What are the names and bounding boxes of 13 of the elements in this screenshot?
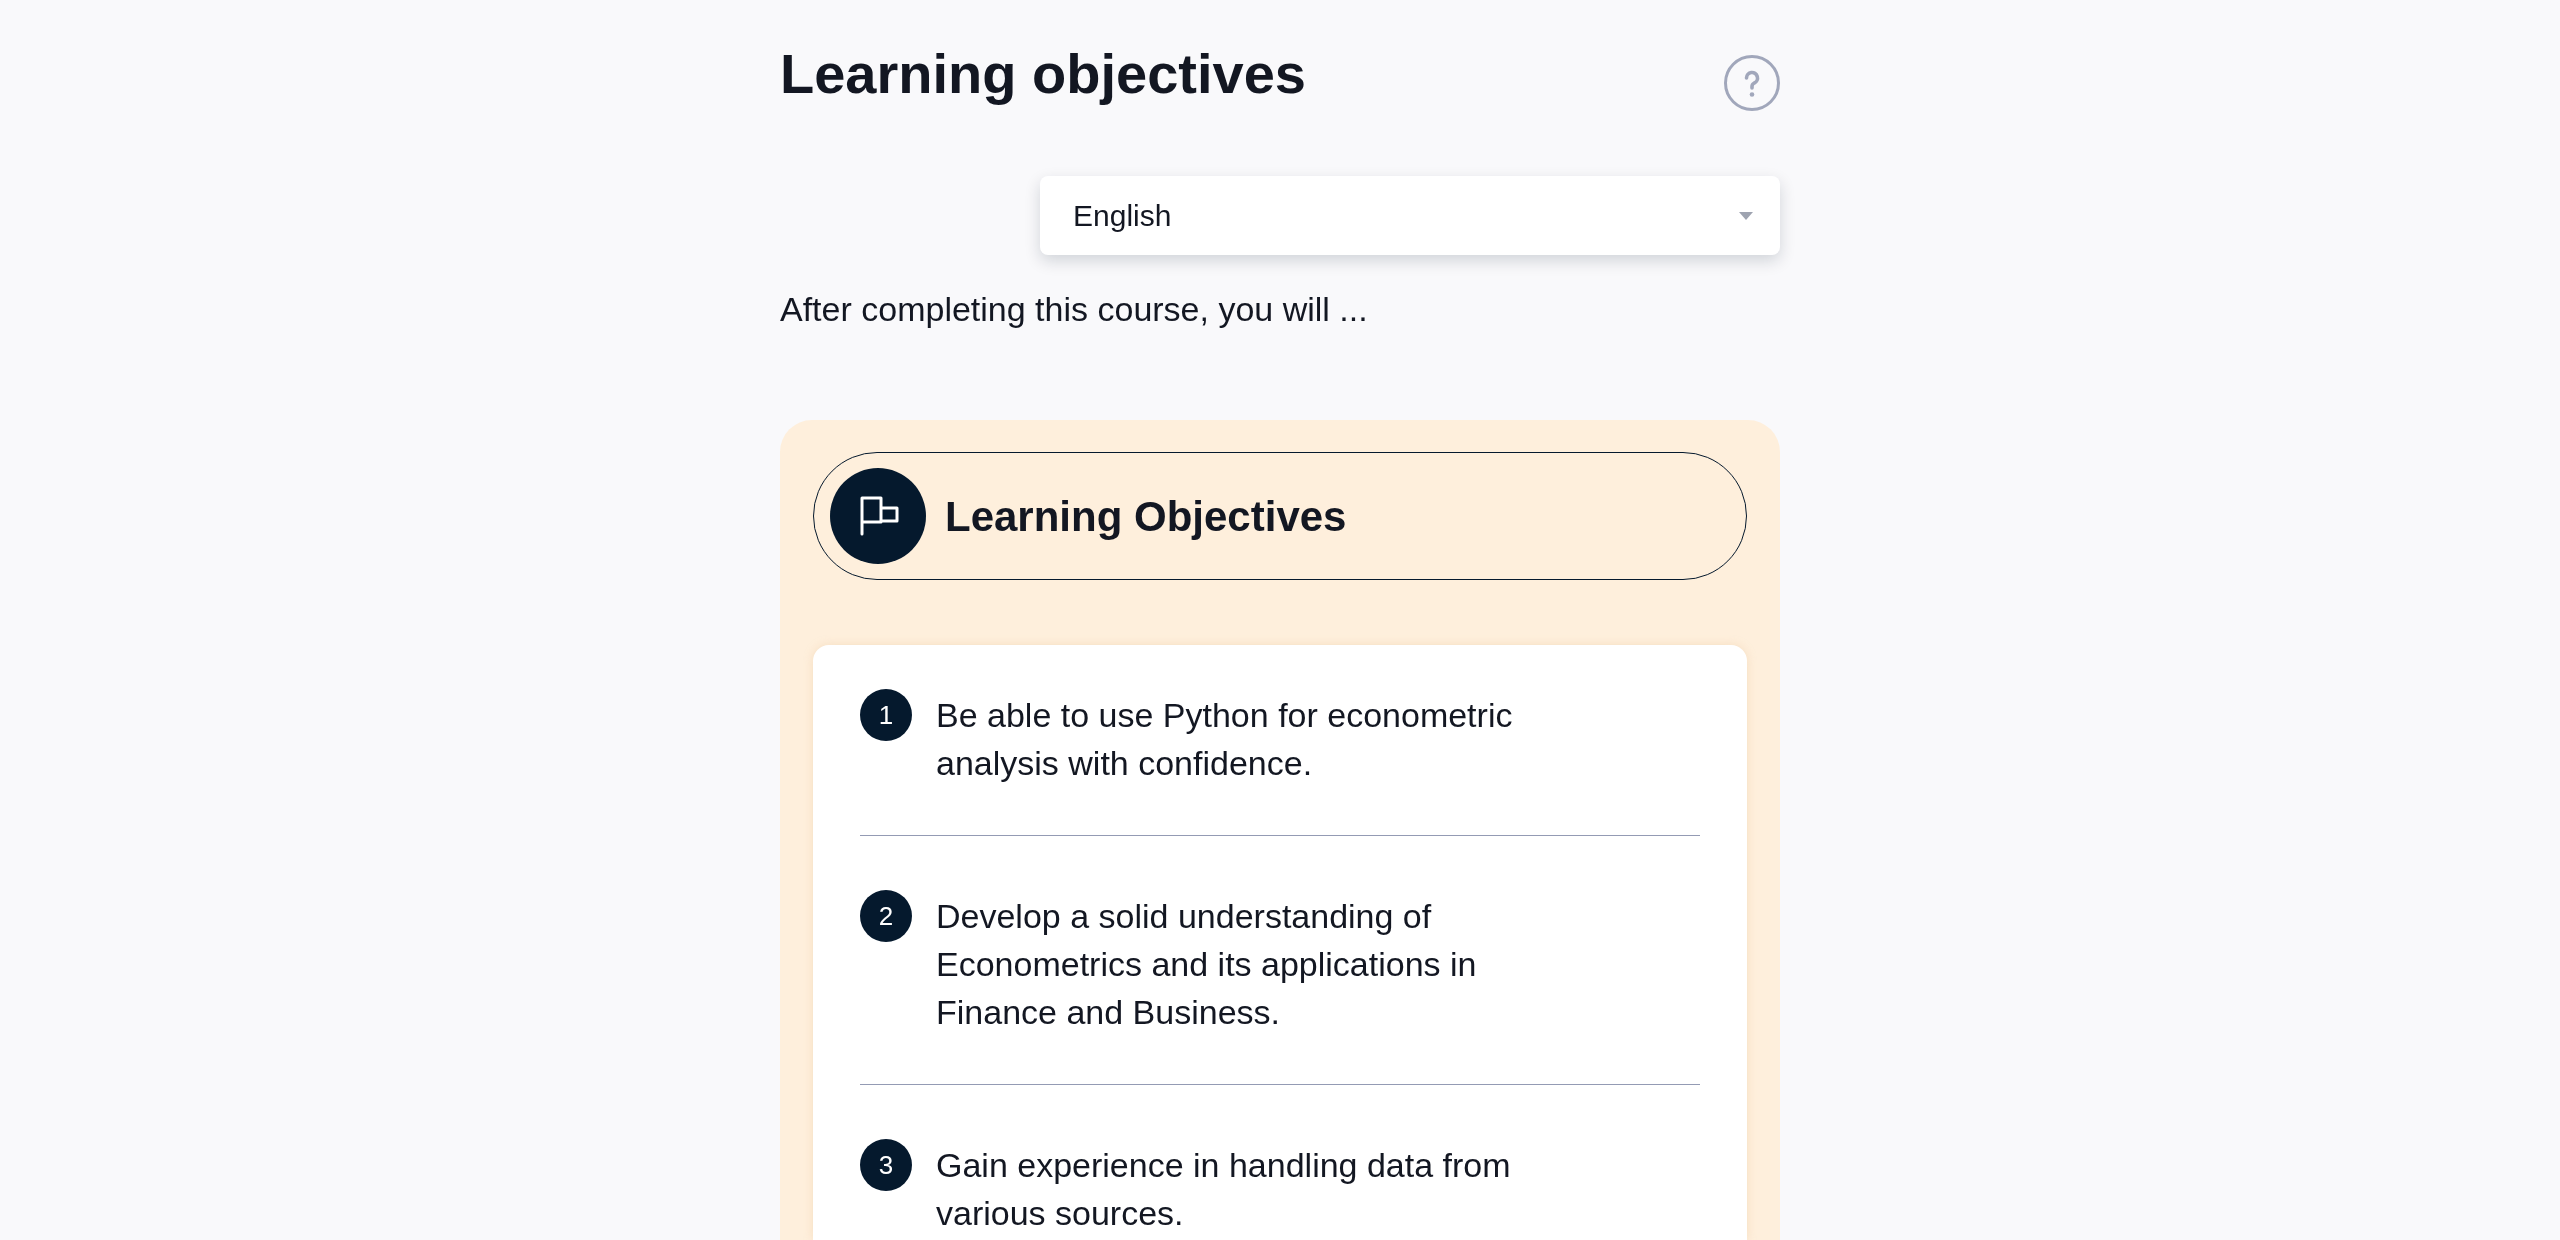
number-badge: 3 <box>860 1139 912 1191</box>
language-select[interactable]: English <box>1040 176 1780 255</box>
flag-icon <box>830 468 926 564</box>
objective-text: Be able to use Python for econometric analysis with confidence. <box>936 695 1514 784</box>
objective-text: Gain experience in handling data from various sources. <box>936 1145 1512 1234</box>
caret-down-icon <box>1738 210 1754 221</box>
section-title: Learning Objectives <box>945 491 1347 542</box>
help-icon[interactable] <box>1724 55 1780 111</box>
objective-text: Develop a solid understanding of Econometrics and its applications in Finance and Business. <box>936 896 1478 1033</box>
number-badge: 1 <box>860 689 912 741</box>
number-badge: 2 <box>860 890 912 942</box>
intro-text: After completing this course, you will ... <box>780 289 1369 329</box>
page-title: Learning objectives <box>780 43 1306 105</box>
